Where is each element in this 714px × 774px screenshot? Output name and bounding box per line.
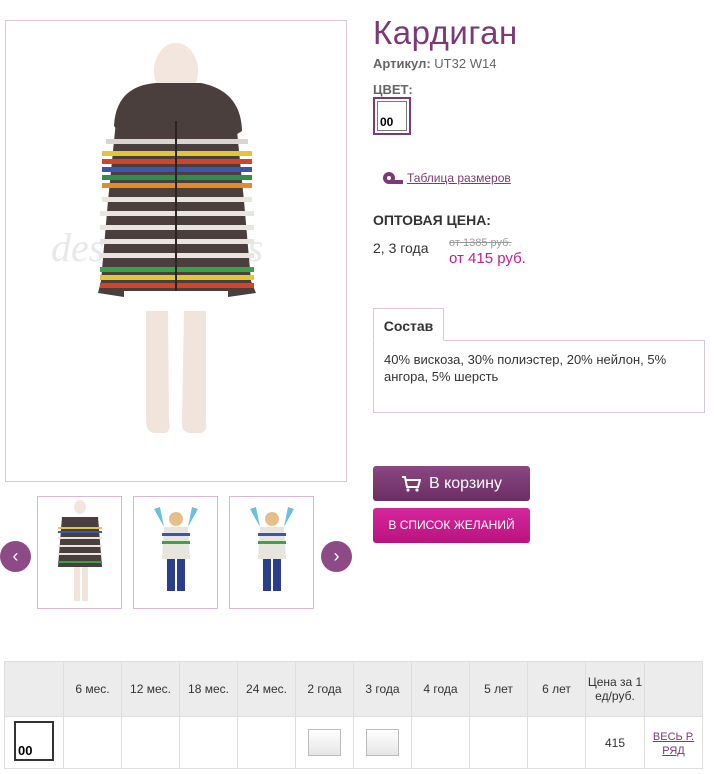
quantity-input-3y[interactable] bbox=[366, 729, 399, 756]
add-to-wishlist-button[interactable]: В СПИСОК ЖЕЛАНИЙ bbox=[373, 508, 530, 543]
size-header: 5 лет bbox=[469, 661, 528, 717]
row-color-swatch[interactable]: 00 bbox=[14, 721, 54, 761]
carousel-next-button[interactable]: › bbox=[321, 541, 352, 572]
sku-value: UT32 W14 bbox=[434, 56, 497, 71]
size-cell-18m bbox=[179, 716, 238, 769]
thumbnail-3[interactable] bbox=[229, 496, 314, 609]
product-title: Кардиган bbox=[373, 14, 518, 51]
size-cell-2y bbox=[295, 716, 354, 769]
size-grid-row: 00 415 ВЕСЬ Р. РЯД bbox=[4, 716, 703, 769]
size-cell-24m bbox=[237, 716, 296, 769]
size-cell-6m bbox=[63, 716, 122, 769]
size-grid-header-row: 6 мес. 12 мес. 18 мес. 24 мес. 2 года 3 … bbox=[4, 661, 703, 717]
add-to-cart-label: В корзину bbox=[428, 474, 503, 492]
size-cell-5y bbox=[469, 716, 528, 769]
header-actions bbox=[644, 661, 703, 717]
whole-size-range-link[interactable]: ВЕСЬ Р. РЯД bbox=[653, 731, 694, 757]
price-header: Цена за 1 ед/руб. bbox=[585, 661, 645, 717]
old-price: от 1385 руб. bbox=[449, 237, 512, 249]
size-header: 24 мес. bbox=[237, 661, 296, 717]
size-cell-6y bbox=[527, 716, 586, 769]
main-product-image[interactable]: designer kids bbox=[5, 20, 347, 482]
age-range: 2, 3 года bbox=[373, 240, 429, 256]
size-table-link[interactable]: Таблица размеров bbox=[381, 170, 511, 186]
row-color-code: 00 bbox=[18, 743, 33, 758]
color-label: ЦВЕТ: bbox=[373, 82, 413, 97]
size-header: 6 мес. bbox=[63, 661, 122, 717]
size-header: 6 лет bbox=[527, 661, 586, 717]
size-header: 3 года bbox=[353, 661, 412, 717]
composition-text: 40% вискоза, 30% полиэстер, 20% нейлон, … bbox=[373, 340, 705, 413]
row-all-cell: ВЕСЬ Р. РЯД bbox=[644, 716, 703, 769]
color-swatch-00[interactable]: 00 bbox=[373, 97, 411, 135]
cart-icon bbox=[401, 475, 421, 492]
size-cell-4y bbox=[411, 716, 470, 769]
sku-label: Артикул: bbox=[373, 56, 431, 71]
product-sku: Артикул: UT32 W14 bbox=[373, 56, 496, 71]
size-header: 12 мес. bbox=[121, 661, 180, 717]
color-code: 00 bbox=[380, 115, 394, 129]
thumbnail-2[interactable] bbox=[133, 496, 218, 609]
size-grid: 6 мес. 12 мес. 18 мес. 24 мес. 2 года 3 … bbox=[4, 661, 703, 769]
size-header: 18 мес. bbox=[179, 661, 238, 717]
new-price: от 415 руб. bbox=[449, 250, 526, 267]
size-table-label: Таблица размеров bbox=[407, 171, 511, 185]
thumbnail-1[interactable] bbox=[37, 496, 122, 609]
quantity-input-2y[interactable] bbox=[308, 729, 341, 756]
size-cell-3y bbox=[353, 716, 412, 769]
size-cell-12m bbox=[121, 716, 180, 769]
header-color bbox=[4, 661, 64, 717]
size-header: 2 года bbox=[295, 661, 354, 717]
row-color-cell: 00 bbox=[4, 716, 64, 769]
size-header: 4 года bbox=[411, 661, 470, 717]
row-price: 415 bbox=[585, 716, 645, 769]
add-to-cart-button[interactable]: В корзину bbox=[373, 466, 530, 501]
carousel-prev-button[interactable]: ‹ bbox=[0, 541, 31, 572]
measuring-tape-icon bbox=[383, 172, 403, 184]
tab-composition[interactable]: Состав bbox=[373, 308, 444, 341]
wholesale-price-label: ОПТОВАЯ ЦЕНА: bbox=[373, 212, 491, 228]
